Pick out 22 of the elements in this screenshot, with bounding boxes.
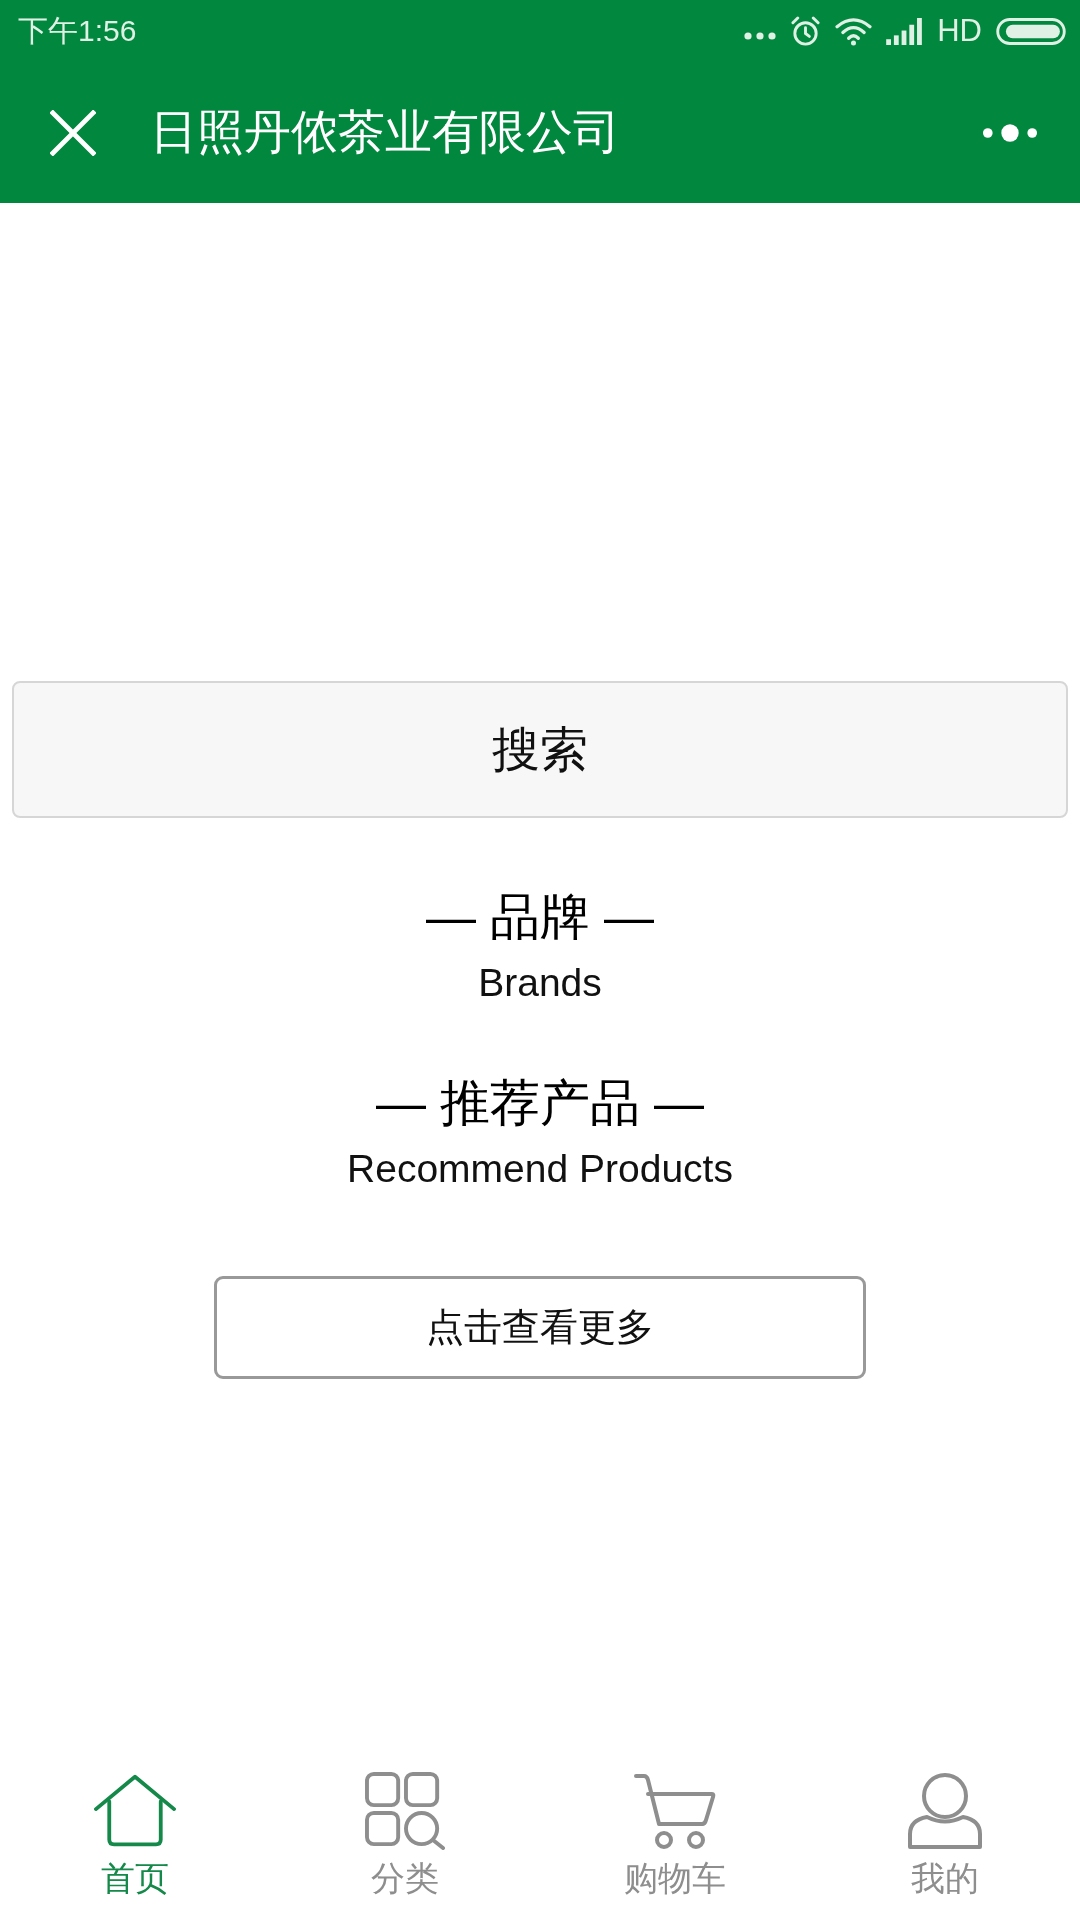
page-title: 日照丹侬茶业有限公司 [150, 104, 620, 160]
network-type: HD [937, 13, 982, 49]
section-title: — 推荐产品 — [376, 1074, 704, 1132]
tab-bar-item[interactable]: 首页 [94, 1772, 176, 1898]
signal-icon [886, 17, 924, 45]
section-subtitle: Recommend Products [347, 1146, 733, 1192]
tab-bar-item[interactable]: 购物车 [624, 1772, 726, 1898]
alarm-clock-icon [790, 15, 822, 47]
tab-bar-item[interactable]: 分类 [364, 1772, 446, 1898]
wifi-icon [835, 16, 873, 46]
view-more-button[interactable]: 点击查看更多 [214, 1276, 866, 1379]
status-time: 下午1:56 [18, 12, 137, 49]
cart-icon [634, 1772, 716, 1850]
more-icon[interactable] [982, 122, 1038, 143]
grid-search-icon [364, 1772, 446, 1850]
section-title: — 品牌 — [426, 888, 654, 946]
tab-bar-item[interactable]: 我的 [904, 1772, 986, 1898]
close-icon[interactable] [50, 109, 96, 156]
section-subtitle: Brands [478, 960, 602, 1006]
dots-icon [744, 32, 777, 40]
search-button[interactable]: 搜索 [12, 681, 1068, 818]
battery-icon [996, 17, 1066, 45]
